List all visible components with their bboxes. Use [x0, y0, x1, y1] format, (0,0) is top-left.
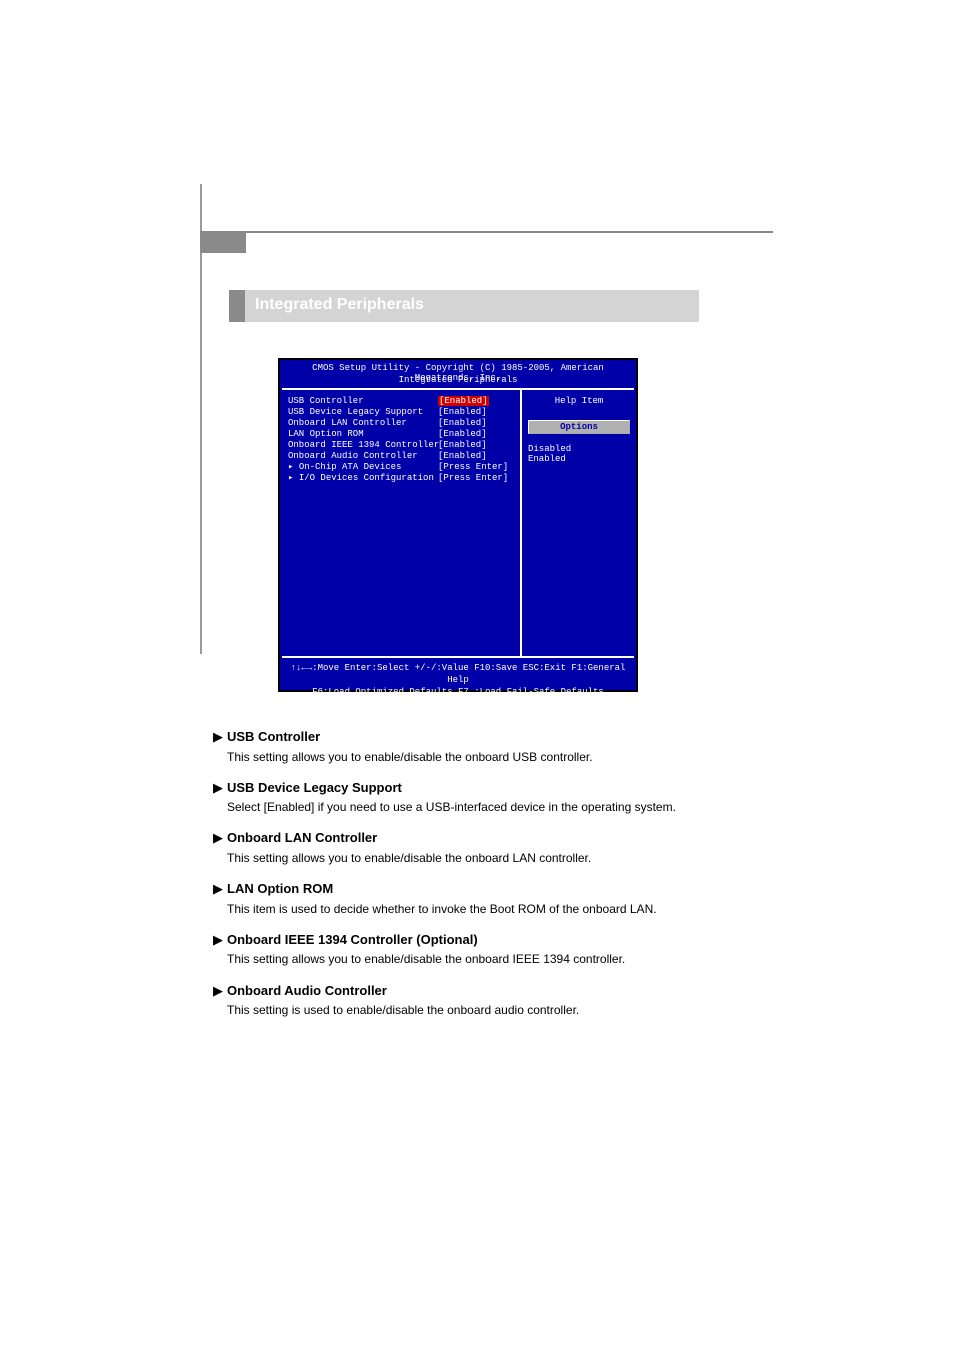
header-rule	[200, 231, 773, 233]
doc-item-title: LAN Option ROM	[227, 881, 333, 896]
doc-item-title: Onboard IEEE 1394 Controller (Optional)	[227, 932, 478, 947]
bios-row-value: [Enabled]	[438, 407, 487, 418]
bios-row-label: USB Device Legacy Support	[288, 407, 438, 418]
bios-row[interactable]: USB Controller [Enabled]	[288, 396, 516, 407]
doc-item: ▶Onboard LAN Controller This setting all…	[213, 829, 773, 866]
bios-row[interactable]: LAN Option ROM [Enabled]	[288, 429, 516, 440]
bios-row-label: Onboard LAN Controller	[288, 418, 438, 429]
section-bar-accent	[229, 290, 245, 322]
doc-item-desc: This setting allows you to enable/disabl…	[213, 951, 773, 967]
header-left-ghost: MS-7345 Mainboard	[213, 200, 335, 215]
doc-item: ▶LAN Option ROM This item is used to dec…	[213, 880, 773, 917]
bios-left-pane: USB Controller [Enabled] USB Device Lega…	[282, 390, 520, 656]
triangle-icon: ▶	[213, 931, 227, 949]
vertical-rule	[200, 184, 202, 654]
bios-row[interactable]: ▸ I/O Devices Configuration [Press Enter…	[288, 473, 516, 484]
bios-footer: ↑↓←→:Move Enter:Select +/-/:Value F10:Sa…	[280, 660, 636, 688]
doc-item: ▶Onboard Audio Controller This setting i…	[213, 982, 773, 1019]
bios-footer-line2: F6:Load Optimized Defaults F7 :Load Fail…	[280, 686, 636, 698]
bios-options-box: Options	[528, 420, 630, 434]
triangle-icon: ▶	[213, 728, 227, 746]
bios-row-label: USB Controller	[288, 396, 438, 407]
bios-row-value: [Enabled]	[438, 396, 489, 407]
bios-row[interactable]: Onboard LAN Controller [Enabled]	[288, 418, 516, 429]
doc-item-title: Onboard Audio Controller	[227, 983, 387, 998]
bios-row[interactable]: USB Device Legacy Support [Enabled]	[288, 407, 516, 418]
bios-row[interactable]: Onboard IEEE 1394 Controller [Enabled]	[288, 440, 516, 451]
triangle-icon: ▶	[213, 829, 227, 847]
bios-option: Enabled	[528, 454, 630, 464]
bios-row[interactable]: ▸ On-Chip ATA Devices [Press Enter]	[288, 462, 516, 473]
doc-item-title: Onboard LAN Controller	[227, 830, 377, 845]
triangle-icon: ▶	[213, 880, 227, 898]
bios-row-label: LAN Option ROM	[288, 429, 438, 440]
doc-item-desc: Select [Enabled] if you need to use a US…	[213, 799, 773, 815]
bios-footer-line1: ↑↓←→:Move Enter:Select +/-/:Value F10:Sa…	[280, 662, 636, 686]
doc-item: ▶USB Device Legacy Support Select [Enabl…	[213, 779, 773, 816]
body-text: ▶USB Controller This setting allows you …	[213, 714, 773, 1018]
bios-row-value: [Enabled]	[438, 451, 487, 462]
doc-item-title: USB Controller	[227, 729, 320, 744]
bios-row-value: [Enabled]	[438, 418, 487, 429]
doc-item: ▶USB Controller This setting allows you …	[213, 728, 773, 765]
header-right-ghost: BIOS Setup	[697, 200, 774, 216]
bios-row-label: ▸ I/O Devices Configuration	[288, 473, 438, 484]
bios-row-value: [Press Enter]	[438, 473, 508, 484]
bios-row-label: ▸ On-Chip ATA Devices	[288, 462, 438, 473]
bios-body: USB Controller [Enabled] USB Device Lega…	[282, 388, 634, 658]
bios-row-value: [Press Enter]	[438, 462, 508, 473]
bios-row-value: [Enabled]	[438, 429, 487, 440]
bios-help-title: Help Item	[528, 396, 630, 406]
bios-title-line2: Integrated Peripherals	[280, 375, 636, 385]
bios-row[interactable]: Onboard Audio Controller [Enabled]	[288, 451, 516, 462]
bios-row-label: Onboard Audio Controller	[288, 451, 438, 462]
bios-option: Disabled	[528, 444, 630, 454]
bios-screenshot: CMOS Setup Utility - Copyright (C) 1985-…	[278, 358, 638, 692]
doc-item-desc: This setting allows you to enable/disabl…	[213, 749, 773, 765]
bios-help-pane: Help Item Options Disabled Enabled	[520, 390, 634, 656]
section-title: Integrated Peripherals	[255, 296, 424, 314]
bios-row-label: Onboard IEEE 1394 Controller	[288, 440, 438, 451]
bios-row-value: [Enabled]	[438, 440, 487, 451]
doc-item-desc: This setting is used to enable/disable t…	[213, 1002, 773, 1018]
doc-item-desc: This item is used to decide whether to i…	[213, 901, 773, 917]
triangle-icon: ▶	[213, 779, 227, 797]
doc-item-desc: This setting allows you to enable/disabl…	[213, 850, 773, 866]
doc-item: ▶Onboard IEEE 1394 Controller (Optional)…	[213, 931, 773, 968]
chapter-box	[200, 231, 246, 253]
doc-item-title: USB Device Legacy Support	[227, 780, 402, 795]
triangle-icon: ▶	[213, 982, 227, 1000]
